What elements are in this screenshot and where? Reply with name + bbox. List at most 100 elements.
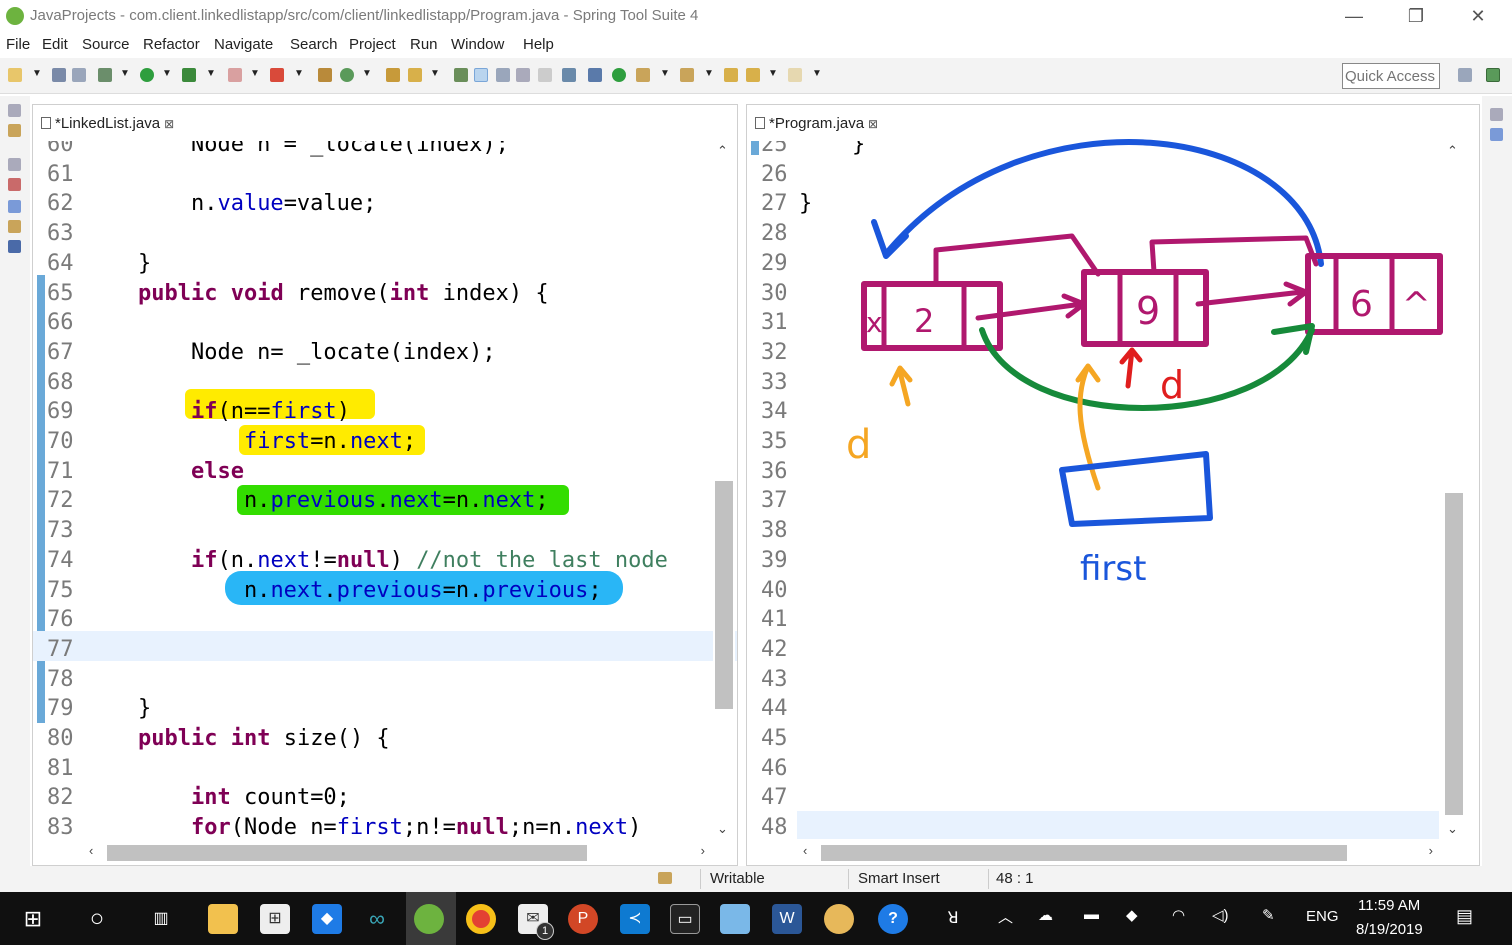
scroll-left-icon[interactable]: ‹ bbox=[89, 843, 93, 858]
deploy-dropdown-icon[interactable]: ▼ bbox=[294, 68, 304, 79]
new-class-icon[interactable] bbox=[340, 68, 354, 82]
previous-annotation-dropdown-icon[interactable]: ▼ bbox=[704, 68, 714, 79]
next-annotation-icon[interactable] bbox=[636, 68, 650, 82]
scroll-up-icon[interactable]: ⌃ bbox=[1447, 143, 1458, 159]
deploy-icon[interactable] bbox=[270, 68, 284, 82]
clock-time[interactable]: 11:59 AM bbox=[1358, 897, 1420, 914]
task-view-icon[interactable]: ▥ bbox=[146, 904, 176, 934]
declaration-icon[interactable] bbox=[8, 220, 21, 233]
forward-dropdown-icon[interactable]: ▼ bbox=[812, 68, 822, 79]
new-dropdown-icon[interactable]: ▼ bbox=[32, 68, 42, 79]
toggle-breadcrumb-icon[interactable] bbox=[454, 68, 468, 82]
close-tab-icon[interactable]: ⊠ bbox=[868, 117, 878, 131]
debug-dropdown-icon[interactable]: ▼ bbox=[120, 68, 130, 79]
right-vertical-scrollbar[interactable]: ⌃ ⌄ bbox=[1443, 141, 1465, 839]
scroll-left-icon[interactable]: ‹ bbox=[803, 843, 807, 858]
last-edit-icon[interactable] bbox=[724, 68, 738, 82]
stop-dropdown-icon[interactable]: ▼ bbox=[250, 68, 260, 79]
restore-button[interactable]: ❐ bbox=[1386, 2, 1446, 30]
file-explorer-icon[interactable] bbox=[208, 904, 238, 934]
menu-refactor[interactable]: Refactor bbox=[143, 36, 200, 53]
pen-icon[interactable]: ✎ bbox=[1262, 906, 1275, 924]
save-icon[interactable] bbox=[52, 68, 66, 82]
notes-icon[interactable] bbox=[720, 904, 750, 934]
menu-search[interactable]: Search bbox=[290, 36, 338, 53]
menu-navigate[interactable]: Navigate bbox=[214, 36, 273, 53]
restore-outline-icon[interactable] bbox=[1490, 108, 1503, 121]
skip-breakpoints-icon[interactable] bbox=[588, 68, 602, 82]
menu-edit[interactable]: Edit bbox=[42, 36, 68, 53]
left-vscroll-thumb[interactable] bbox=[715, 481, 733, 709]
run-icon[interactable] bbox=[140, 68, 154, 82]
external-dropdown-icon[interactable]: ▼ bbox=[206, 68, 216, 79]
menu-file[interactable]: File bbox=[6, 36, 30, 53]
open-type-icon[interactable] bbox=[386, 68, 400, 82]
new-java-project-icon[interactable] bbox=[318, 68, 332, 82]
console-view-icon[interactable] bbox=[8, 240, 21, 253]
right-horizontal-scrollbar[interactable]: ‹ › bbox=[797, 839, 1439, 865]
right-vscroll-thumb[interactable] bbox=[1445, 493, 1463, 815]
run-dropdown-icon[interactable]: ▼ bbox=[162, 68, 172, 79]
powerpoint-icon[interactable]: P bbox=[568, 904, 598, 934]
java-perspective-icon[interactable] bbox=[1486, 68, 1500, 82]
javadoc-icon[interactable] bbox=[8, 200, 21, 213]
outline-icon[interactable] bbox=[1490, 128, 1503, 141]
search-circle-icon[interactable]: ○ bbox=[82, 904, 112, 934]
word-icon[interactable]: W bbox=[772, 904, 802, 934]
minimize-button[interactable]: — bbox=[1324, 2, 1384, 30]
word-wrap-icon[interactable] bbox=[516, 68, 530, 82]
volume-icon[interactable]: ◁) bbox=[1212, 906, 1229, 924]
menu-help[interactable]: Help bbox=[523, 36, 554, 53]
code-editor-area[interactable]: 25 26 27 28 29 30 31 32 33 34 35 36 37 38 39 40 41 42 43 44… bbox=[747, 141, 1479, 839]
right-hscroll-thumb[interactable] bbox=[821, 845, 1347, 861]
chrome-icon[interactable] bbox=[466, 904, 496, 934]
close-button[interactable]: ✕ bbox=[1448, 2, 1508, 30]
external-tools-icon[interactable] bbox=[182, 68, 196, 82]
dropbox-icon[interactable]: ◆ bbox=[312, 904, 342, 934]
back-icon[interactable] bbox=[746, 68, 760, 82]
boot-dashboard-icon[interactable] bbox=[612, 68, 626, 82]
start-windows-icon[interactable]: ⊞ bbox=[18, 904, 48, 934]
store-icon[interactable]: ⊞ bbox=[260, 904, 290, 934]
scroll-right-icon[interactable]: › bbox=[701, 843, 705, 858]
onedrive-icon[interactable]: ☁ bbox=[1038, 906, 1053, 924]
search-dropdown-icon[interactable]: ▼ bbox=[430, 68, 440, 79]
paint-icon[interactable] bbox=[824, 904, 854, 934]
menu-project[interactable]: Project bbox=[349, 36, 396, 53]
battery-icon[interactable]: ▬ bbox=[1084, 906, 1099, 923]
new-icon[interactable] bbox=[8, 68, 22, 82]
open-perspective-icon[interactable] bbox=[1458, 68, 1472, 82]
code-editor-area[interactable]: 60 61 62 63 64 65 66 67 68 69 70 71 72 73 74 75 76 77 78 79… bbox=[33, 141, 737, 839]
menu-source[interactable]: Source bbox=[82, 36, 130, 53]
show-whitespace-icon[interactable] bbox=[538, 68, 552, 82]
left-hscroll-thumb[interactable] bbox=[107, 845, 587, 861]
back-dropdown-icon[interactable]: ▼ bbox=[768, 68, 778, 79]
notifications-icon[interactable]: ▤ bbox=[1456, 906, 1473, 927]
people-icon[interactable]: ꓤ bbox=[938, 904, 968, 934]
quick-access-input[interactable] bbox=[1342, 63, 1440, 89]
scroll-down-icon[interactable]: ⌄ bbox=[1447, 821, 1458, 837]
tab-linkedlist-java[interactable]: *LinkedList.java ⊠ bbox=[35, 107, 181, 139]
arduino-icon[interactable]: ∞ bbox=[362, 904, 392, 934]
boot-dashboard-view-icon[interactable] bbox=[8, 178, 21, 191]
scroll-down-icon[interactable]: ⌄ bbox=[717, 821, 728, 837]
clock-date[interactable]: 8/19/2019 bbox=[1356, 921, 1423, 938]
forward-icon[interactable] bbox=[788, 68, 802, 82]
new-class-dropdown-icon[interactable]: ▼ bbox=[362, 68, 372, 79]
close-tab-icon[interactable]: ⊠ bbox=[164, 117, 174, 131]
chevron-up-icon[interactable]: ︿ bbox=[998, 906, 1013, 927]
left-horizontal-scrollbar[interactable]: ‹ › bbox=[83, 839, 711, 865]
previous-annotation-icon[interactable] bbox=[680, 68, 694, 82]
stop-icon[interactable] bbox=[228, 68, 242, 82]
console-icon[interactable] bbox=[562, 68, 576, 82]
menu-window[interactable]: Window bbox=[451, 36, 504, 53]
save-all-icon[interactable] bbox=[72, 68, 86, 82]
scroll-up-icon[interactable]: ⌃ bbox=[717, 143, 728, 159]
block-selection-icon[interactable] bbox=[496, 68, 510, 82]
restore-view-2-icon[interactable] bbox=[8, 158, 21, 171]
tab-program-java[interactable]: *Program.java ⊠ bbox=[749, 107, 885, 139]
language-indicator[interactable]: ENG bbox=[1306, 908, 1339, 925]
vscode-icon[interactable]: ≺ bbox=[620, 904, 650, 934]
help-icon[interactable]: ? bbox=[878, 904, 908, 934]
search-icon[interactable] bbox=[408, 68, 422, 82]
